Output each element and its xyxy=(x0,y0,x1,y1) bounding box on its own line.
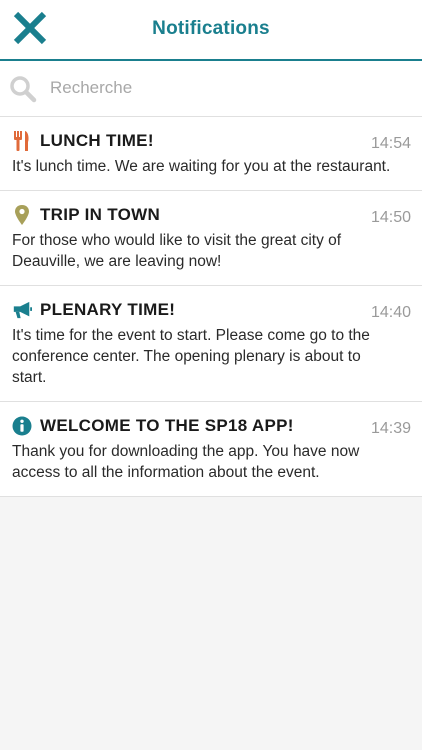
notification-body: Thank you for downloading the app. You h… xyxy=(12,443,360,481)
top-bar: Notifications xyxy=(0,0,422,61)
notification-time: 14:39 xyxy=(370,420,411,437)
notification-title: PLENARY TIME! xyxy=(40,300,176,319)
notification-body: It's lunch time. We are waiting for you … xyxy=(12,158,391,175)
notification-item-lunch[interactable]: LUNCH TIME! 14:54 It's lunch time. We ar… xyxy=(0,117,422,191)
notification-title: WELCOME TO THE SP18 APP! xyxy=(40,416,294,435)
info-icon xyxy=(12,415,32,437)
notification-item-plenary[interactable]: PLENARY TIME! 14:40 It's time for the ev… xyxy=(0,286,422,402)
notification-time: 14:54 xyxy=(370,135,411,152)
notification-list: LUNCH TIME! 14:54 It's lunch time. We ar… xyxy=(0,117,422,497)
location-pin-icon xyxy=(12,204,32,226)
megaphone-icon xyxy=(12,299,32,321)
search-input[interactable] xyxy=(50,73,400,103)
notification-time: 14:50 xyxy=(370,209,411,226)
fork-knife-icon xyxy=(12,130,32,152)
notification-body: For those who would like to visit the gr… xyxy=(12,232,342,270)
search-icon xyxy=(9,75,37,103)
search-bar xyxy=(0,61,422,117)
notification-title: TRIP IN TOWN xyxy=(40,205,161,224)
notification-time: 14:40 xyxy=(370,304,411,321)
notification-body: It's time for the event to start. Please… xyxy=(12,327,370,386)
notification-item-welcome[interactable]: WELCOME TO THE SP18 APP! 14:39 Thank you… xyxy=(0,402,422,497)
notification-title: LUNCH TIME! xyxy=(40,131,154,150)
page-title: Notifications xyxy=(152,18,270,39)
notification-item-trip[interactable]: TRIP IN TOWN 14:50 For those who would l… xyxy=(0,191,422,286)
